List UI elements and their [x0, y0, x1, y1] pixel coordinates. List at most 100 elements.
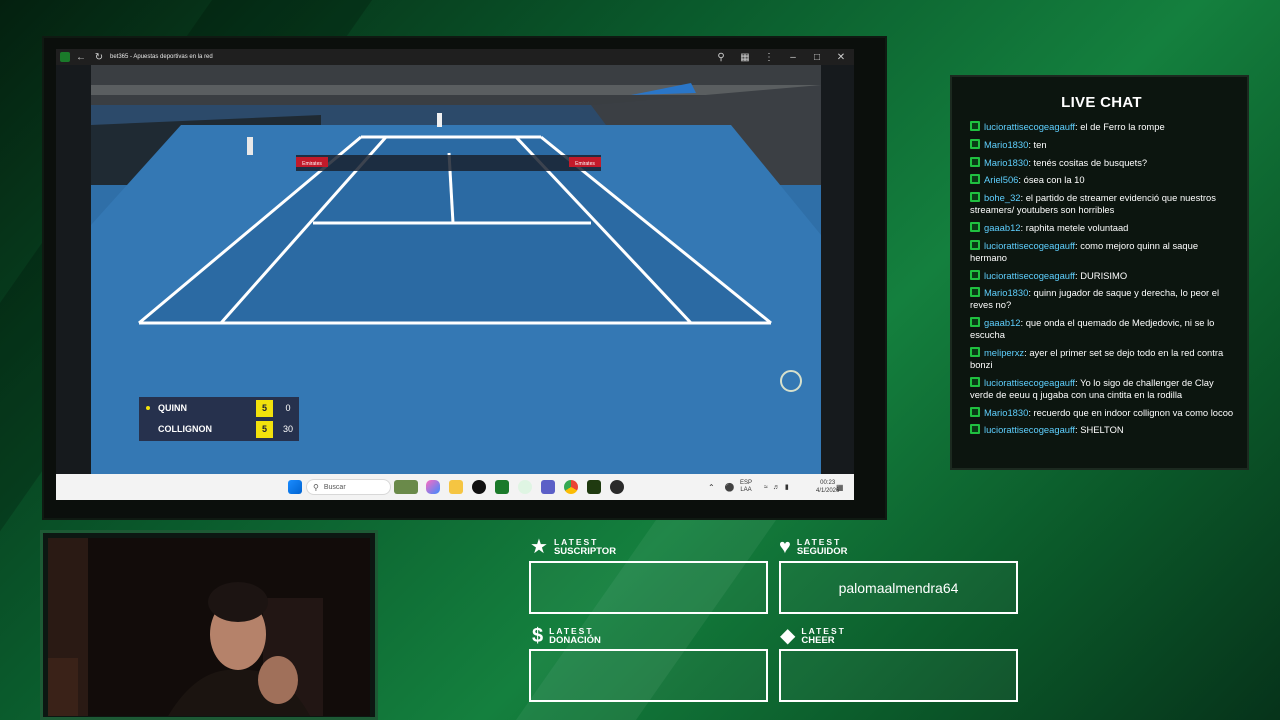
diamond-icon: ◆	[780, 625, 796, 647]
battery-icon[interactable]: ▮	[785, 483, 789, 491]
chat-username[interactable]: gaaab12	[984, 317, 1021, 328]
chat-badge-icon	[970, 317, 980, 328]
obs-icon[interactable]	[610, 480, 624, 494]
chat-username[interactable]: gaaab12	[984, 222, 1021, 233]
lang-line-1: ESP	[740, 480, 753, 486]
tennis-video-stream[interactable]: Emirates Emirates QUINN 5 0 COLLIGNON 5 …	[91, 65, 821, 474]
browser-tab-title: bet365 - Apuestas deportivas en la red	[110, 54, 213, 60]
chat-username[interactable]: luciorattisecogeagauff	[984, 377, 1075, 388]
search-icon: ⚲	[313, 482, 319, 492]
kebab-menu-icon[interactable]: ⋮	[762, 50, 776, 64]
browser-window: ← ↻ bet365 - Apuestas deportivas en la r…	[56, 49, 854, 500]
score-row-player-1: QUINN 5 0	[139, 398, 299, 419]
tennis-scoreboard: QUINN 5 0 COLLIGNON 5 30	[139, 397, 299, 441]
copilot-icon[interactable]	[426, 480, 440, 494]
chat-message: Mario1830: ten	[970, 138, 1236, 151]
back-arrow-icon[interactable]: ←	[74, 50, 88, 64]
chat-message: Mario1830: quinn jugador de saque y dere…	[970, 287, 1236, 311]
notification-icon[interactable]: ▦	[836, 474, 844, 500]
volume-icon[interactable]: ♬	[773, 484, 780, 491]
chevron-up-icon[interactable]: ⌃	[708, 483, 715, 492]
heart-icon: ♥	[779, 536, 791, 558]
chat-badge-icon	[970, 424, 980, 435]
latest-seguidor-box: palomaalmendra64	[779, 561, 1018, 614]
wifi-icon[interactable]: ≈	[764, 484, 768, 491]
chat-message: Mario1830: tenés cositas de busquets?	[970, 156, 1236, 169]
sponsor-banner-right: Emirates	[575, 161, 595, 167]
tiktok-icon[interactable]	[472, 480, 486, 494]
donacion-label: DONACIÓN	[549, 635, 601, 646]
chat-text: : el de Ferro la rompe	[1075, 121, 1165, 132]
webcam-feed	[48, 538, 370, 716]
reload-icon[interactable]: ↻	[92, 50, 106, 64]
chat-message: gaaab12: que onda el quemado de Medjedov…	[970, 317, 1236, 341]
chat-text: : raphita metele voluntaad	[1020, 221, 1129, 233]
player-name: QUINN	[158, 403, 187, 413]
chat-message: Ariel506: ósea con la 10	[970, 174, 1236, 186]
file-explorer-icon[interactable]	[449, 480, 463, 494]
chat-username[interactable]: luciorattisecogeagauff	[984, 240, 1075, 251]
browser-viewport: Emirates Emirates QUINN 5 0 COLLIGNON 5 …	[56, 65, 854, 474]
chat-username[interactable]: Mario1830	[984, 139, 1028, 150]
browser-titlebar: ← ↻ bet365 - Apuestas deportivas en la r…	[56, 49, 854, 65]
search-placeholder: Buscar	[323, 483, 346, 491]
cheer-label: CHEER	[801, 635, 835, 646]
chat-badge-icon	[970, 221, 980, 232]
chat-username[interactable]: luciorattisecogeagauff	[984, 121, 1075, 132]
chat-message: Mario1830: recuerdo que en indoor collig…	[970, 406, 1236, 419]
chat-text: : DURISIMO	[1075, 269, 1128, 281]
chat-text: : ósea con la 10	[1018, 174, 1085, 186]
chat-badge-icon	[970, 406, 980, 417]
chat-badge-icon	[970, 174, 980, 185]
star-icon: ★	[530, 536, 548, 558]
windows-start-icon[interactable]	[288, 480, 302, 494]
whatsapp-icon[interactable]	[518, 480, 532, 494]
chat-badge-icon	[970, 269, 980, 280]
chrome-icon[interactable]	[564, 480, 578, 494]
minimize-icon[interactable]: –	[786, 50, 800, 64]
taskbar-search[interactable]: ⚲ Buscar	[306, 479, 391, 495]
chat-message: luciorattisecogeagauff: Yo lo sigo de ch…	[970, 376, 1236, 401]
chat-badge-icon	[970, 376, 980, 387]
streamer-silhouette	[48, 538, 370, 716]
chat-username[interactable]: meliperxz	[984, 347, 1024, 358]
language-indicator[interactable]: ESP LAA	[740, 474, 752, 500]
live-chat-panel: LIVE CHAT luciorattisecogeagauff: el de …	[950, 75, 1249, 470]
game-points: 30	[282, 424, 293, 434]
chat-username[interactable]: Mario1830	[984, 287, 1028, 298]
serve-indicator-icon	[146, 406, 150, 410]
bet365-favicon-icon	[60, 52, 70, 62]
chat-badge-icon	[970, 239, 980, 250]
teams-icon[interactable]	[541, 480, 555, 494]
microphone-icon[interactable]: ⚫	[725, 483, 735, 492]
chat-username[interactable]: Mario1830	[984, 157, 1028, 168]
suscriptor-label: SUSCRIPTOR	[553, 546, 617, 557]
chat-username[interactable]: Mario1830	[984, 407, 1028, 418]
latest-suscriptor-header: ★ LATEST SUSCRIPTOR	[530, 537, 616, 557]
widgets-icon[interactable]	[394, 480, 418, 494]
chat-message: luciorattisecogeagauff: DURISIMO	[970, 269, 1236, 282]
chat-message: luciorattisecogeagauff: SHELTON	[970, 424, 1236, 436]
chat-badge-icon	[970, 156, 980, 167]
zoom-icon[interactable]: ⚲	[714, 50, 728, 64]
latest-seguidor-header: ♥ LATEST SEGUIDOR	[779, 537, 848, 557]
seguidor-label: SEGUIDOR	[796, 546, 848, 557]
chat-message: bohe_32: el partido de streamer evidenci…	[970, 192, 1236, 216]
close-icon[interactable]: ✕	[834, 50, 848, 64]
extension-icon[interactable]: ▦	[738, 50, 752, 64]
game-points: 0	[285, 403, 291, 413]
app-green-icon[interactable]	[495, 480, 509, 494]
chat-message: gaaab12: raphita metele voluntaad	[970, 221, 1236, 234]
chat-username[interactable]: luciorattisecogeagauff	[984, 270, 1075, 281]
clock-time: 00:23	[820, 480, 836, 486]
chat-badge-icon	[970, 287, 980, 298]
chat-message-list: luciorattisecogeagauff: el de Ferro la r…	[970, 121, 1236, 442]
nvidia-icon[interactable]	[587, 480, 601, 494]
chat-text: : SHELTON	[1075, 424, 1124, 436]
chat-username[interactable]: bohe_32	[984, 192, 1021, 203]
chat-title: LIVE CHAT	[1061, 94, 1142, 111]
chat-username[interactable]: luciorattisecogeagauff	[984, 424, 1075, 435]
chat-username[interactable]: Ariel506	[984, 174, 1018, 185]
restore-icon[interactable]: □	[810, 50, 824, 64]
chat-message: luciorattisecogeagauff: como mejoro quin…	[970, 239, 1236, 264]
